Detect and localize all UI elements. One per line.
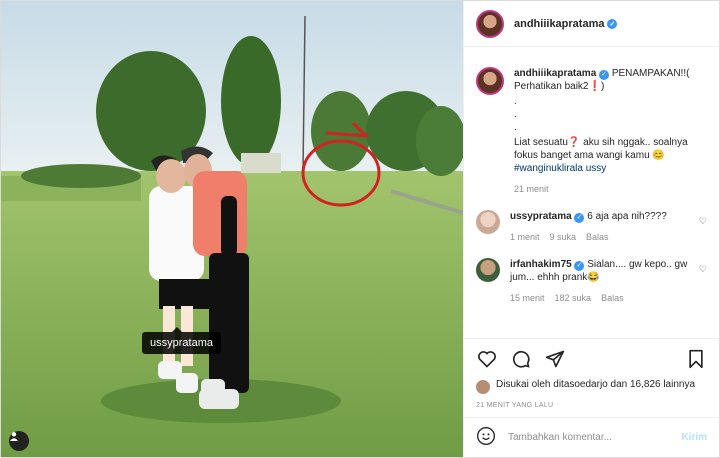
user-tag-icon[interactable] <box>9 431 29 451</box>
comment-body: ussypratama ✓ 6 aja apa nih???? 1 menit … <box>510 210 707 244</box>
avatar[interactable] <box>476 258 500 282</box>
comment-likes[interactable]: 182 suka <box>555 292 592 305</box>
avatar[interactable] <box>476 210 500 234</box>
post-timestamp: 21 MENIT YANG LALU <box>476 402 554 409</box>
header-username[interactable]: andhiiikapratama <box>514 18 604 30</box>
heart-icon[interactable] <box>476 348 498 370</box>
caption: andhiiikapratama ✓ PENAMPAKAN!!( Perhati… <box>476 67 707 196</box>
verified-icon: ✓ <box>574 260 585 271</box>
header-username-wrap: andhiiikapratama ✓ <box>514 18 618 30</box>
send-button[interactable]: Kirim <box>681 432 707 443</box>
avatar <box>476 380 490 394</box>
post-header: andhiiikapratama ✓ <box>464 1 719 47</box>
comment-body: irfanhakim75 ✓ Sialan.... gw kepo.. gw j… <box>510 258 707 305</box>
caption-time: 21 menit <box>514 184 549 194</box>
avatar[interactable] <box>476 9 504 38</box>
post-actions <box>464 338 719 378</box>
comment-row: ussypratama ✓ 6 aja apa nih???? 1 menit … <box>476 210 707 244</box>
caption-line2: Liat sesuatu❓ aku sih nggak.. soalnya fo… <box>514 137 688 161</box>
comment-reply-button[interactable]: Balas <box>586 231 609 244</box>
caption-dots: . . . <box>514 96 517 133</box>
avatar[interactable] <box>476 67 504 95</box>
caption-username[interactable]: andhiiikapratama <box>514 68 596 79</box>
comment-input[interactable]: Tambahkan komentar... <box>508 432 669 443</box>
verified-icon: ✓ <box>599 69 610 80</box>
golf-course-photo <box>1 1 463 457</box>
caption-meta: 21 menit <box>514 183 707 196</box>
instagram-post-window: ussypratama andhiiikapratama ✓ andhiiika… <box>0 0 720 458</box>
emoji-icon[interactable] <box>476 426 496 449</box>
bookmark-icon[interactable] <box>685 348 707 370</box>
comment-reply-button[interactable]: Balas <box>601 292 624 305</box>
comment-icon[interactable] <box>510 348 532 370</box>
comments-section: andhiiikapratama ✓ PENAMPAKAN!!( Perhati… <box>464 47 719 338</box>
comment-time: 1 menit <box>510 232 540 242</box>
post-sidebar: andhiiikapratama ✓ andhiiikapratama ✓ PE… <box>463 1 719 457</box>
comment-username[interactable]: ussypratama <box>510 211 572 222</box>
share-icon[interactable] <box>544 348 566 370</box>
likes-text[interactable]: Disukai oleh ditasoedarjo dan 16,826 lai… <box>496 378 695 394</box>
likes-summary[interactable]: Disukai oleh ditasoedarjo dan 16,826 lai… <box>464 378 719 394</box>
caption-hashtag[interactable]: #wanginuklirala ussy <box>514 162 707 175</box>
comment-text: 6 aja apa nih???? <box>587 211 667 222</box>
comment-row: irfanhakim75 ✓ Sialan.... gw kepo.. gw j… <box>476 258 707 305</box>
heart-icon[interactable]: ♡ <box>699 264 707 275</box>
verified-icon: ✓ <box>574 212 585 223</box>
comment-time: 15 menit <box>510 293 545 303</box>
caption-body: andhiiikapratama ✓ PENAMPAKAN!!( Perhati… <box>514 67 707 196</box>
verified-icon: ✓ <box>607 18 618 29</box>
comment-meta: 15 menit 182 suka Balas <box>510 292 707 305</box>
comment-username[interactable]: irfanhakim75 <box>510 259 572 270</box>
heart-icon[interactable]: ♡ <box>699 216 707 227</box>
comment-likes[interactable]: 9 suka <box>550 231 577 244</box>
user-tag-label[interactable]: ussypratama <box>142 327 221 354</box>
comment-meta: 1 menit 9 suka Balas <box>510 231 707 244</box>
post-photo[interactable]: ussypratama <box>1 1 463 457</box>
add-comment-bar: Tambahkan komentar... Kirim <box>464 417 719 457</box>
